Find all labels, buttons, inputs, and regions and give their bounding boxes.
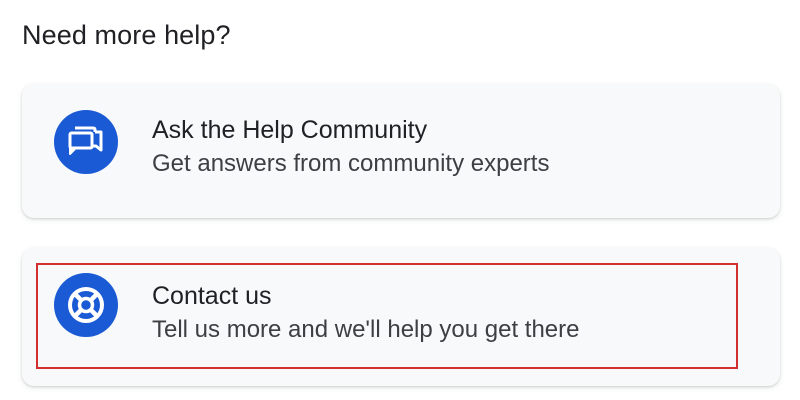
ask-community-card[interactable]: Ask the Help Community Get answers from … bbox=[22, 84, 780, 218]
help-page: Need more help? Ask the Help Community G… bbox=[0, 0, 800, 400]
card-subtitle: Get answers from community experts bbox=[152, 150, 550, 177]
lifebuoy-support-icon bbox=[54, 273, 118, 337]
card-subtitle: Tell us more and we'll help you get ther… bbox=[152, 316, 580, 343]
card-title: Contact us bbox=[152, 282, 272, 310]
contact-us-card[interactable]: Contact us Tell us more and we'll help y… bbox=[22, 248, 780, 386]
card-title: Ask the Help Community bbox=[152, 116, 428, 144]
forum-chat-icon bbox=[54, 110, 118, 174]
section-heading: Need more help? bbox=[22, 20, 231, 50]
